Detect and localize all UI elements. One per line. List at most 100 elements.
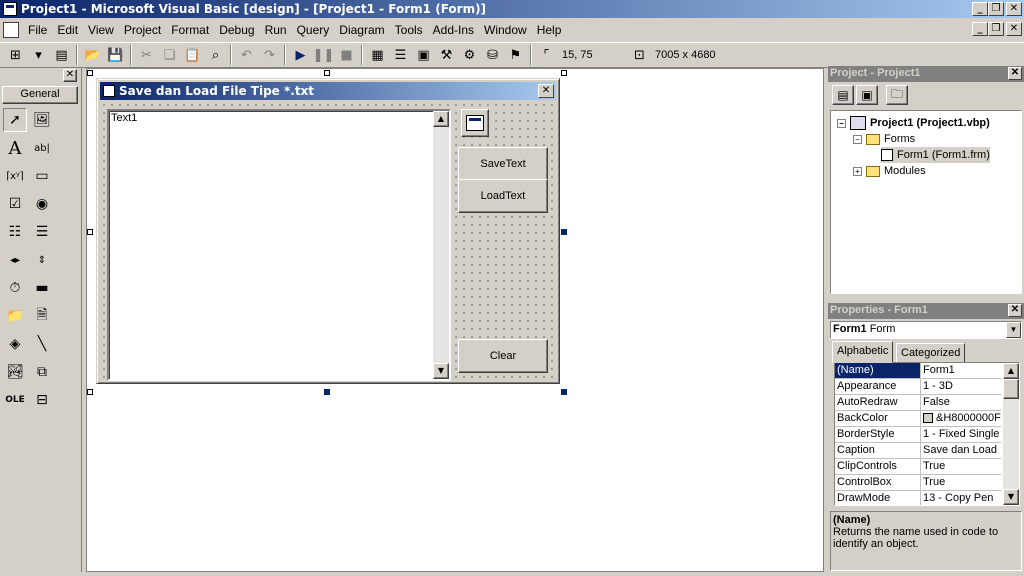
property-value[interactable]: 1 - Fixed Single — [921, 427, 1001, 442]
break-icon[interactable]: ❚❚ — [312, 44, 335, 66]
loadtext-button[interactable]: LoadText — [458, 179, 548, 213]
tree-node-forms[interactable]: − Forms — [853, 131, 915, 147]
menu-query[interactable]: Query — [292, 23, 335, 37]
add-project-icon[interactable]: ⊞ — [4, 44, 27, 66]
vscrollbar-tool-icon[interactable]: ⇕ — [30, 248, 54, 272]
tree-node-project[interactable]: − Project1 (Project1.vbp) — [837, 115, 990, 131]
undo-icon[interactable]: ↶ — [235, 44, 258, 66]
resize-handle[interactable] — [561, 70, 567, 76]
properties-window-icon[interactable]: ☰ — [389, 44, 412, 66]
property-row[interactable]: DrawMode 13 - Copy Pen — [835, 491, 1001, 505]
property-value[interactable]: Form1 — [921, 363, 1001, 378]
mdi-close-button[interactable]: ✕ — [1006, 22, 1022, 36]
form1-client-area[interactable]: Text1 ▲ ▼ SaveText LoadText Clear — [100, 101, 556, 381]
property-row[interactable]: BorderStyle 1 - Fixed Single — [835, 427, 1001, 443]
object-browser-icon[interactable]: ⚒ — [435, 44, 458, 66]
property-row[interactable]: BackColor &H8000000F — [835, 411, 1001, 427]
start-icon[interactable]: ▶ — [289, 44, 312, 66]
form-layout-icon[interactable]: ▣ — [412, 44, 435, 66]
minimize-button[interactable]: _ — [972, 2, 988, 16]
resize-handle[interactable] — [324, 389, 330, 395]
toolbox-general-tab[interactable]: General — [2, 86, 78, 104]
property-value[interactable]: 1 - 3D — [921, 379, 1001, 394]
menu-debug[interactable]: Debug — [214, 23, 259, 37]
timer-tool-icon[interactable]: ⏱ — [3, 276, 27, 300]
textbox-tool-icon[interactable]: ab| — [30, 136, 54, 160]
pointer-tool-icon[interactable]: ➚ — [3, 108, 27, 132]
scroll-down-icon[interactable]: ▼ — [1003, 489, 1019, 505]
scroll-up-icon[interactable]: ▲ — [433, 111, 449, 127]
label-tool-icon[interactable]: A — [3, 136, 27, 160]
redo-icon[interactable]: ↷ — [258, 44, 281, 66]
collapse-icon[interactable]: − — [853, 134, 862, 144]
data-tool-icon[interactable]: ⧉ — [30, 360, 54, 384]
menu-window[interactable]: Window — [479, 23, 532, 37]
menu-edit[interactable]: Edit — [52, 23, 83, 37]
menu-tools[interactable]: Tools — [390, 23, 428, 37]
drivelistbox-tool-icon[interactable]: ▬ — [30, 276, 54, 300]
scroll-thumb[interactable] — [1003, 379, 1019, 399]
mdi-child-icon[interactable] — [3, 22, 19, 38]
property-row[interactable]: ControlBox True — [835, 475, 1001, 491]
property-value[interactable]: True — [921, 459, 1001, 474]
menu-help[interactable]: Help — [532, 23, 567, 37]
optionbutton-tool-icon[interactable]: ◉ — [30, 192, 54, 216]
toolbox-icon[interactable]: ⚙ — [458, 44, 481, 66]
chevron-down-icon[interactable]: ▼ — [1006, 322, 1021, 338]
tab-categorized[interactable]: Categorized — [896, 343, 966, 363]
clear-button[interactable]: Clear — [458, 339, 548, 373]
copy-icon[interactable]: ❏ — [158, 44, 181, 66]
mdi-restore-button[interactable]: ❐ — [988, 22, 1004, 36]
image-tool-icon[interactable]: 🏞 — [3, 360, 27, 384]
menu-project[interactable]: Project — [119, 23, 166, 37]
object-selector[interactable]: Form1 Form ▼ — [830, 321, 1022, 339]
commandbutton-tool-icon[interactable]: ▭ — [30, 164, 54, 188]
data-view-icon[interactable]: ⛁ — [481, 44, 504, 66]
toggle-folders-icon[interactable]: 🗀 — [886, 85, 908, 105]
combobox-tool-icon[interactable]: ☷ — [3, 220, 27, 244]
save-project-icon[interactable]: 💾 — [104, 44, 127, 66]
listbox-tool-icon[interactable]: ☰ — [30, 220, 54, 244]
expand-icon[interactable]: + — [853, 166, 862, 176]
line-tool-icon[interactable]: ╲ — [30, 332, 54, 356]
paste-icon[interactable]: 📋 — [181, 44, 204, 66]
ole-tool-icon[interactable]: OLE — [3, 388, 27, 412]
project-panel-close-button[interactable]: ✕ — [1008, 67, 1022, 80]
property-row[interactable]: Appearance 1 - 3D — [835, 379, 1001, 395]
extra-tool-icon[interactable]: ⊟ — [30, 388, 54, 412]
project-explorer-icon[interactable]: ▦ — [366, 44, 389, 66]
view-code-icon[interactable]: ▤ — [832, 85, 854, 105]
menu-editor-icon[interactable]: ▤ — [50, 44, 73, 66]
mdi-minimize-button[interactable]: _ — [972, 22, 988, 36]
restore-button[interactable]: ❐ — [988, 2, 1004, 16]
tree-node-form1[interactable]: Form1 (Form1.frm) — [881, 147, 990, 163]
property-value[interactable]: &H8000000F — [936, 412, 1001, 424]
dirlistbox-tool-icon[interactable]: 📁 — [3, 304, 27, 328]
menu-view[interactable]: View — [83, 23, 119, 37]
property-grid-scrollbar[interactable]: ▲ ▼ — [1003, 363, 1019, 505]
commondialog-control-icon[interactable] — [461, 109, 489, 137]
find-icon[interactable]: ⌕ — [204, 44, 227, 66]
menu-format[interactable]: Format — [166, 23, 214, 37]
picturebox-tool-icon[interactable]: 🖼 — [30, 108, 54, 132]
property-row[interactable]: Caption Save dan Load F — [835, 443, 1001, 459]
property-value[interactable]: 13 - Copy Pen — [921, 491, 1001, 505]
property-value[interactable]: False — [921, 395, 1001, 410]
resize-handle[interactable] — [87, 229, 93, 235]
frame-tool-icon[interactable]: ⌈xʸ⌉ — [3, 164, 27, 188]
property-row[interactable]: ClipControls True — [835, 459, 1001, 475]
view-object-icon[interactable]: ▣ — [856, 85, 878, 105]
resize-handle[interactable] — [87, 70, 93, 76]
toolbox-close-button[interactable]: ✕ — [63, 69, 77, 82]
scroll-up-icon[interactable]: ▲ — [1003, 363, 1019, 379]
end-icon[interactable]: ■ — [335, 44, 358, 66]
resize-handle[interactable] — [324, 70, 330, 76]
menu-add-ins[interactable]: Add-Ins — [428, 23, 479, 37]
form1-title-bar[interactable]: Save dan Load File Tipe *.txt ✕ — [100, 82, 556, 100]
open-project-icon[interactable]: 📂 — [81, 44, 104, 66]
text1-textbox[interactable]: Text1 ▲ ▼ — [107, 109, 451, 381]
hscrollbar-tool-icon[interactable]: ◂▸ — [3, 248, 27, 272]
component-manager-icon[interactable]: ⚑ — [504, 44, 527, 66]
property-row[interactable]: AutoRedraw False — [835, 395, 1001, 411]
savetext-button[interactable]: SaveText — [458, 147, 548, 181]
